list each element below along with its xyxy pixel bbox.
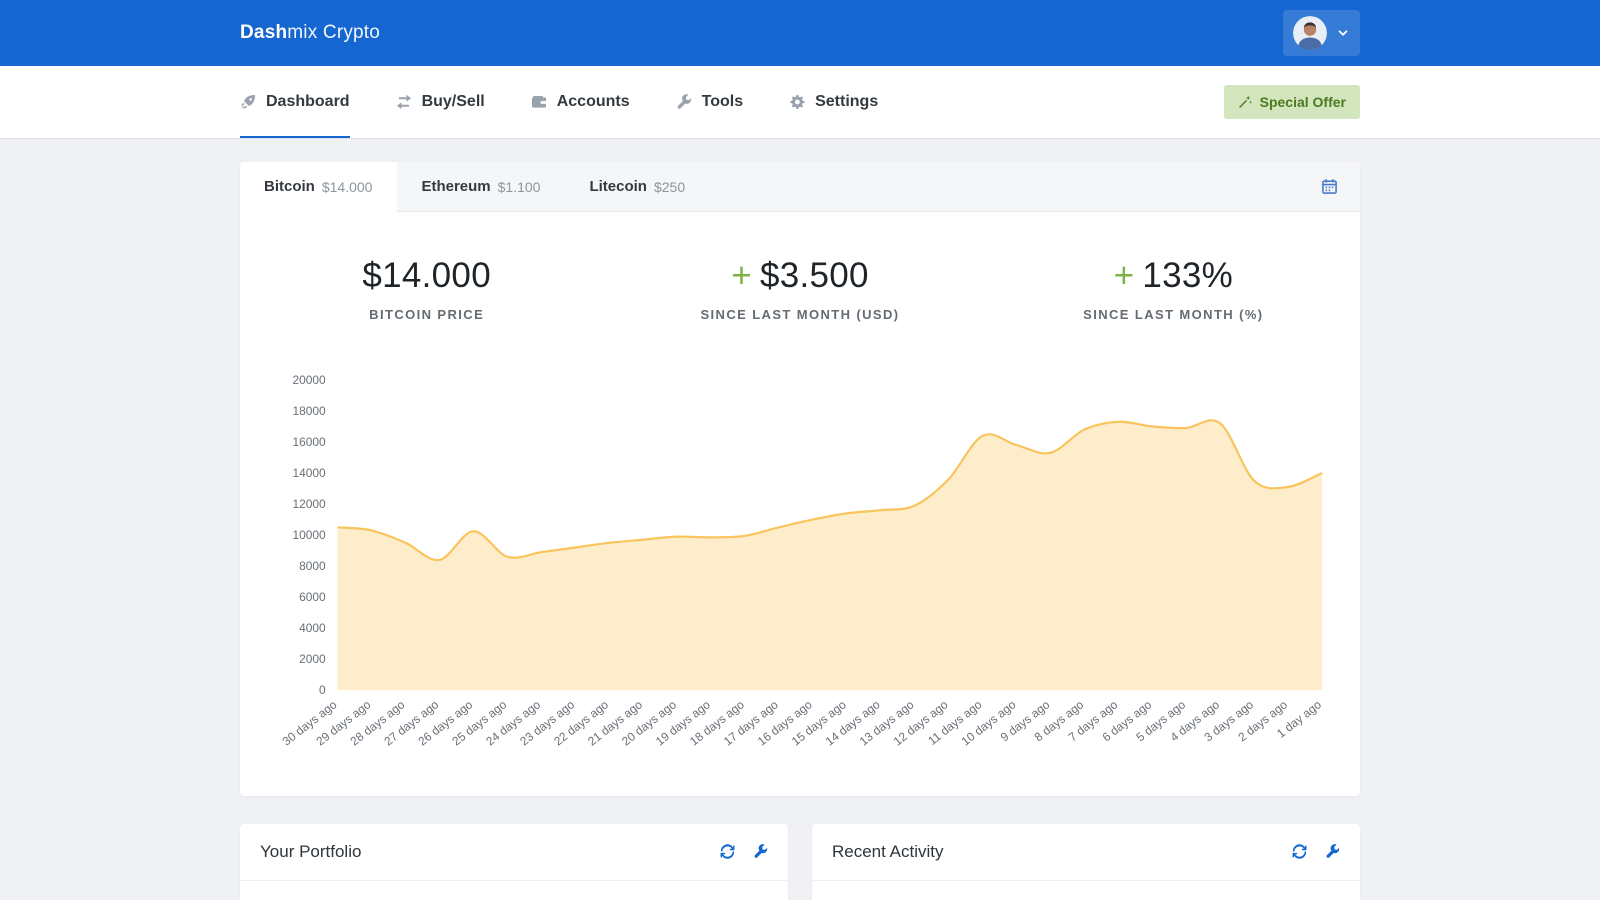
brand-rest-text: mix Crypto (287, 22, 380, 43)
ticker-name: Ethereum (421, 178, 490, 195)
stat-value: +133% (987, 256, 1360, 296)
ticker-price: $14.000 (322, 179, 373, 195)
refresh-icon (720, 844, 735, 859)
svg-text:16000: 16000 (292, 435, 326, 449)
main-content: Bitcoin $14.000 Ethereum $1.100 Litecoin $250… (240, 162, 1360, 900)
nav-item-tools[interactable]: Tools (676, 66, 743, 138)
stat-value: $14.000 (240, 256, 613, 296)
activity-settings-button[interactable] (1325, 844, 1340, 859)
chart-area-fill (338, 420, 1323, 690)
panel-header: Recent Activity (812, 824, 1360, 881)
calendar-button[interactable] (1317, 174, 1342, 199)
panel-1: Recent Activity (812, 824, 1360, 900)
stat-2: +133% SINCE LAST MONTH (%) (987, 256, 1360, 322)
ticker-name: Litecoin (589, 178, 647, 195)
stat-0: $14.000 BITCOIN PRICE (240, 256, 613, 322)
ticker-tabs: Bitcoin $14.000 Ethereum $1.100 Litecoin $250 (240, 162, 710, 212)
brand-logo[interactable]: Dashmix Crypto (240, 22, 380, 44)
nav-item-label: Dashboard (266, 93, 350, 111)
activity-refresh-button[interactable] (1292, 844, 1307, 859)
special-offer-label: Special Offer (1260, 94, 1346, 110)
nav-item-label: Buy/Sell (422, 93, 485, 111)
nav-item-label: Accounts (557, 93, 630, 111)
refresh-icon (1292, 844, 1307, 859)
nav-item-label: Settings (815, 93, 878, 111)
ticker-price: $1.100 (498, 179, 541, 195)
panel-header: Your Portfolio (240, 824, 788, 881)
portfolio-settings-button[interactable] (753, 844, 768, 859)
svg-text:18000: 18000 (292, 404, 326, 418)
top-header: Dashmix Crypto (0, 0, 1600, 66)
ticker-price: $250 (654, 179, 685, 195)
wrench-icon (753, 844, 768, 859)
magic-wand-icon (1238, 95, 1252, 109)
svg-text:20000: 20000 (292, 373, 326, 387)
chart-container: 0 2000 4000 6000 8000 10000 12000 14000 16000 180… (240, 360, 1360, 796)
panel-title: Recent Activity (832, 842, 944, 862)
stat-label: SINCE LAST MONTH (%) (987, 307, 1360, 322)
panel-0: Your Portfolio (240, 824, 788, 900)
svg-text:6000: 6000 (299, 590, 326, 604)
ticker-tab-bitcoin[interactable]: Bitcoin $14.000 (240, 162, 397, 212)
panel-actions (1292, 844, 1340, 859)
bitcoin-price-chart: 0 2000 4000 6000 8000 10000 12000 14000 16000 180… (258, 366, 1342, 782)
avatar (1293, 16, 1327, 50)
x-axis-labels: 30 days ago29 days ago28 days ago27 days… (280, 697, 1325, 748)
svg-text:10000: 10000 (292, 528, 326, 542)
stat-number: 133% (1142, 256, 1233, 295)
brand-bold-text: Dash (240, 22, 287, 43)
stat-value: +$3.500 (613, 256, 986, 296)
stat-label: BITCOIN PRICE (240, 307, 613, 322)
portfolio-refresh-button[interactable] (720, 844, 735, 859)
stat-number: $3.500 (760, 256, 869, 295)
nav-item-buy-sell[interactable]: Buy/Sell (396, 66, 485, 138)
bottom-panels: Your Portfolio Recent Activity (240, 824, 1360, 900)
calendar-icon (1321, 178, 1338, 195)
rocket-icon (240, 94, 256, 110)
y-axis-labels: 0 2000 4000 6000 8000 10000 12000 14000 16000 180… (292, 373, 326, 697)
nav-item-label: Tools (702, 93, 743, 111)
nav-item-settings[interactable]: Settings (789, 66, 878, 138)
gear-icon (789, 94, 805, 110)
ticker-tab-ethereum[interactable]: Ethereum $1.100 (397, 162, 565, 212)
nav-item-dashboard[interactable]: Dashboard (240, 66, 350, 138)
panel-title: Your Portfolio (260, 842, 361, 862)
stat-plus-sign: + (731, 256, 752, 295)
exchange-icon (396, 94, 412, 110)
main-nav: Dashboard Buy/Sell Accounts Tools Settings S… (0, 66, 1600, 138)
chevron-down-icon (1336, 26, 1350, 40)
stat-number: $14.000 (362, 256, 491, 295)
ticker-tab-bar: Bitcoin $14.000 Ethereum $1.100 Litecoin $250 (240, 162, 1360, 212)
wrench-icon (676, 94, 692, 110)
svg-text:0: 0 (319, 683, 326, 697)
svg-text:12000: 12000 (292, 497, 326, 511)
crypto-overview-card: Bitcoin $14.000 Ethereum $1.100 Litecoin $250… (240, 162, 1360, 796)
svg-text:4000: 4000 (299, 621, 326, 635)
special-offer-button[interactable]: Special Offer (1224, 85, 1360, 119)
stat-plus-sign: + (1114, 256, 1135, 295)
nav-items: Dashboard Buy/Sell Accounts Tools Settings (240, 66, 924, 138)
stat-1: +$3.500 SINCE LAST MONTH (USD) (613, 256, 986, 322)
panel-actions (720, 844, 768, 859)
svg-text:14000: 14000 (292, 466, 326, 480)
tab-bar-spacer (710, 162, 1360, 212)
svg-text:8000: 8000 (299, 559, 326, 573)
stat-label: SINCE LAST MONTH (USD) (613, 307, 986, 322)
ticker-tab-litecoin[interactable]: Litecoin $250 (565, 162, 710, 212)
svg-text:2000: 2000 (299, 652, 326, 666)
ticker-name: Bitcoin (264, 178, 315, 195)
wrench-icon (1325, 844, 1340, 859)
stats-row: $14.000BITCOIN PRICE+$3.500SINCE LAST MO… (240, 212, 1360, 360)
nav-item-accounts[interactable]: Accounts (531, 66, 630, 138)
user-menu-button[interactable] (1283, 10, 1360, 56)
wallet-icon (531, 94, 547, 110)
